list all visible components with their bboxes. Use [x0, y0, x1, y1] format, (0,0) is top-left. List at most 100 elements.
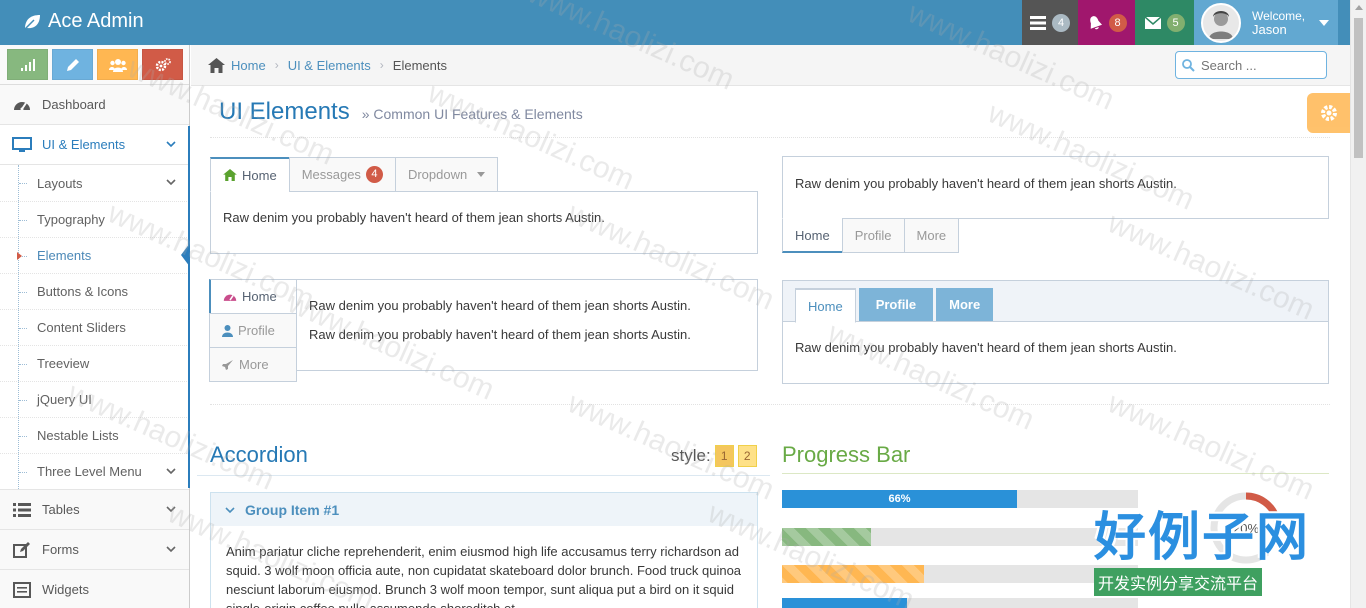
sidebar-subitem-label: Treeview: [37, 356, 90, 371]
leaf-icon: [24, 14, 40, 30]
sidebar-item-tables[interactable]: Tables: [0, 490, 189, 530]
sidebar-item-label: Dashboard: [42, 97, 106, 112]
user-menu[interactable]: Welcome, Jason: [1194, 0, 1338, 45]
notifications-button[interactable]: 8: [1078, 0, 1135, 45]
style-option-2[interactable]: 2: [737, 445, 757, 467]
tab-dropdown[interactable]: Dropdown: [394, 157, 499, 192]
sidebar-subitem-elements[interactable]: Elements: [0, 237, 189, 273]
tachometer-icon: [12, 98, 32, 112]
accordion-group-header[interactable]: Group Item #1: [210, 492, 758, 527]
tab-content-text: Raw denim you probably haven't heard of …: [309, 298, 691, 313]
sidebar-subitem-label: Three Level Menu: [37, 464, 142, 479]
sidebar-subitem-layouts[interactable]: Layouts: [0, 165, 189, 201]
section-divider: [210, 404, 1330, 405]
sidebar-subitem-nestable-lists[interactable]: Nestable Lists: [0, 417, 189, 453]
search-icon: [1182, 58, 1195, 72]
tab-label: Home: [808, 298, 843, 314]
signal-icon: [20, 58, 35, 71]
tab-profile[interactable]: Profile: [858, 288, 934, 321]
sidebar-subitem-label: Layouts: [37, 175, 83, 191]
tab-label: More: [239, 357, 269, 372]
shortcut-group-button[interactable]: [97, 49, 138, 80]
sidebar-subitem-treeview[interactable]: Treeview: [0, 345, 189, 381]
search-input[interactable]: [1201, 57, 1321, 73]
tab-profile[interactable]: Profile: [841, 218, 905, 253]
tabs-vertical: Home Profile More Raw denim you probably…: [209, 279, 758, 382]
tab-home[interactable]: Home: [782, 218, 843, 253]
sidebar-subitem-buttons-icons[interactable]: Buttons & Icons: [0, 273, 189, 309]
tab-home[interactable]: Home: [210, 157, 290, 192]
scroll-thumb[interactable]: [1354, 18, 1363, 158]
progress-bar: [782, 565, 1138, 583]
page-scrollbar[interactable]: [1350, 0, 1366, 608]
brand-name: Ace Admin: [48, 10, 144, 32]
sidebar-subitem-content-sliders[interactable]: Content Sliders: [0, 309, 189, 345]
tab-home[interactable]: Home: [795, 288, 856, 323]
messages-button[interactable]: 5: [1135, 0, 1194, 45]
sidebar-subitem-label: Typography: [37, 212, 105, 227]
shortcut-pencil-button[interactable]: [52, 49, 93, 80]
shortcut-signal-button[interactable]: [7, 49, 48, 80]
sidebar-subitem-jquery-ui[interactable]: jQuery UI: [0, 381, 189, 417]
progress-bar: [782, 528, 1138, 546]
cogs-icon: [155, 57, 171, 71]
style-option-1[interactable]: 1: [714, 445, 734, 467]
welcome-label: Welcome,: [1252, 8, 1306, 23]
tachometer-icon: [223, 294, 237, 301]
page-subtitle: » Common UI Features & Elements: [361, 106, 583, 122]
tab-bar: Home Messages 4 Dropdown: [210, 157, 758, 192]
sidebar-subitem-label: Nestable Lists: [37, 428, 119, 443]
sidebar-item-label: UI & Elements: [42, 137, 126, 152]
progress-divider: [782, 473, 1329, 474]
chevron-down-icon: [225, 506, 235, 513]
tab-messages[interactable]: Messages 4: [288, 157, 396, 192]
envelope-icon: [1144, 16, 1161, 29]
progress-fill: [782, 565, 925, 583]
sidebar-shortcuts: [0, 45, 189, 85]
navbar: Ace Admin 4 8 5 Welcome, Jason: [0, 0, 1350, 45]
sidebar-subitem-typography[interactable]: Typography: [0, 201, 189, 237]
tab-content: Raw denim you probably haven't heard of …: [210, 191, 758, 254]
scroll-up-arrow[interactable]: [1355, 5, 1363, 10]
tab-bar: Home Profile More: [783, 281, 1328, 323]
tab-content: Raw denim you probably haven't heard of …: [783, 322, 1328, 373]
sidebar-item-forms[interactable]: Forms: [0, 530, 189, 570]
tab-more[interactable]: More: [936, 288, 994, 321]
tab-more[interactable]: More: [903, 218, 960, 253]
shortcut-cogs-button[interactable]: [142, 49, 183, 80]
tab-content-text: Raw denim you probably haven't heard of …: [795, 340, 1177, 355]
sidebar-item-label: Forms: [42, 542, 79, 557]
progress-fill: [782, 528, 871, 546]
list-alt-icon: [12, 581, 32, 598]
breadcrumb-section-link[interactable]: UI & Elements: [288, 58, 371, 73]
tab-profile[interactable]: Profile: [209, 313, 297, 348]
sidebar-item-ui-elements[interactable]: UI & Elements: [0, 125, 189, 165]
caret-down-icon: [1319, 19, 1330, 26]
tab-content-text: Raw denim you probably haven't heard of …: [309, 327, 691, 342]
tab-bar: Home Profile More: [782, 218, 1329, 253]
accordion-group-title: Group Item #1: [245, 501, 340, 518]
page-header: UI Elements » Common UI Features & Eleme…: [210, 98, 1330, 138]
tab-home[interactable]: Home: [209, 279, 297, 314]
tasks-button[interactable]: 4: [1022, 0, 1078, 45]
watermark-logo-subtitle: 开发实例分享交流平台: [1094, 568, 1263, 596]
watermark-logo-title: 好例子网: [1094, 508, 1311, 568]
progress-bar: [782, 598, 1138, 608]
breadcrumb-current: Elements: [392, 57, 447, 73]
welcome-text: Welcome, Jason: [1252, 9, 1305, 37]
tab-content: Raw denim you probably haven't heard of …: [296, 279, 758, 371]
chevron-down-icon: [166, 506, 176, 513]
tasks-badge: 4: [1052, 13, 1070, 32]
sidebar-item-widgets[interactable]: Widgets: [0, 570, 189, 608]
chevron-down-icon: [166, 179, 176, 186]
tab-more[interactable]: More: [209, 347, 297, 382]
sidebar-subitem-label: Elements: [37, 248, 92, 263]
sidebar-item-dashboard[interactable]: Dashboard: [0, 85, 189, 125]
progress-bar: 66%: [782, 490, 1138, 508]
breadcrumb-home-link[interactable]: Home: [231, 58, 266, 73]
sidebar-subitem-three-level-menu[interactable]: Three Level Menu: [0, 453, 189, 489]
list-icon: [12, 502, 32, 517]
tab-label: Profile: [875, 297, 917, 312]
brand[interactable]: Ace Admin: [22, 10, 144, 33]
breadcrumb-separator-icon: ›: [379, 58, 384, 72]
